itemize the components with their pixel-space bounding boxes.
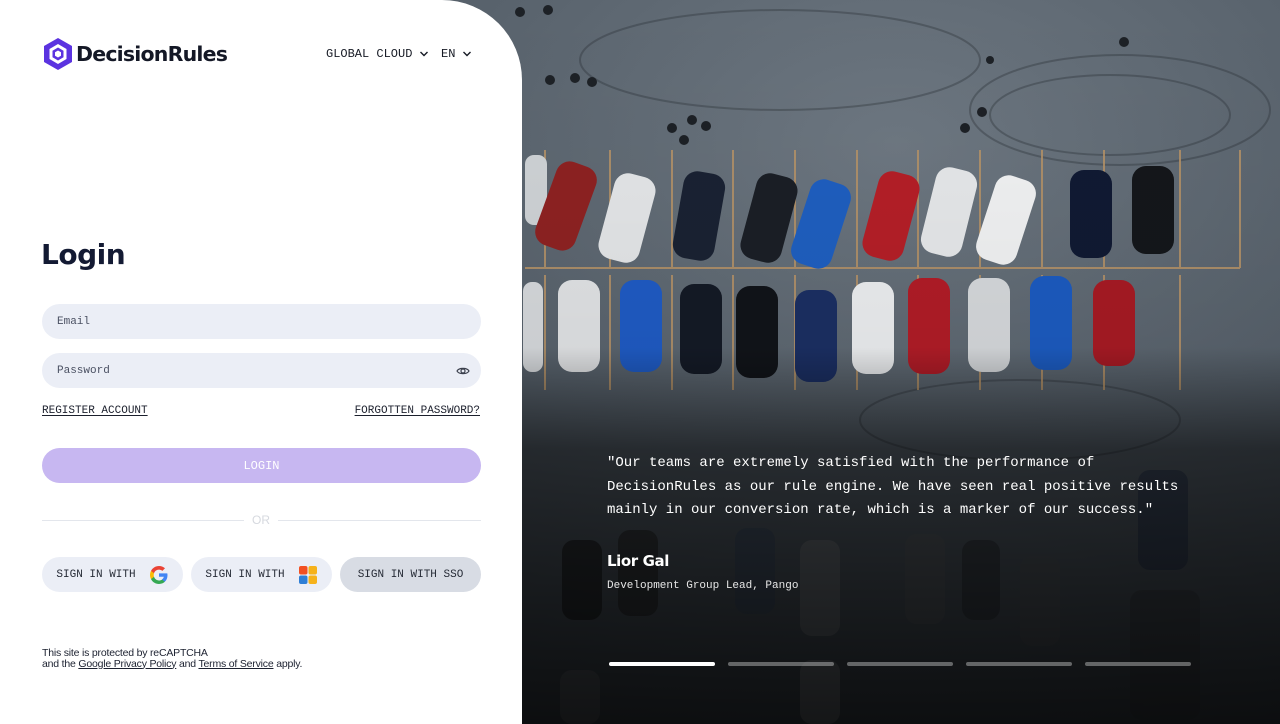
recaptcha-text-and-the: and the <box>42 657 76 670</box>
show-password-eye-icon[interactable] <box>456 364 470 378</box>
recaptcha-line-2: and the Google Privacy Policy and Terms … <box>42 657 303 670</box>
login-button[interactable]: LOGIN <box>42 448 481 483</box>
or-divider-label: OR <box>252 513 270 527</box>
password-input[interactable] <box>42 353 481 388</box>
register-account-link[interactable]: REGISTER ACCOUNT <box>42 405 148 417</box>
language-select-label: EN <box>441 47 456 61</box>
hexagon-logo-icon <box>44 38 72 70</box>
testimonial-author-role: Development Group Lead, Pango <box>607 580 799 592</box>
email-field[interactable] <box>42 304 481 339</box>
carousel-dot[interactable] <box>966 662 1072 666</box>
email-input[interactable] <box>42 304 481 339</box>
sign-in-with-google-button[interactable]: SIGN IN WITH <box>42 557 183 592</box>
forgotten-password-link[interactable]: FORGOTTEN PASSWORD? <box>355 405 480 417</box>
carousel-dot[interactable] <box>728 662 834 666</box>
chevron-down-icon <box>463 51 472 57</box>
carousel-dot[interactable] <box>609 662 715 666</box>
recaptcha-text-apply: apply. <box>276 657 303 670</box>
region-select[interactable]: GLOBAL CLOUD <box>326 47 429 61</box>
password-field[interactable] <box>42 353 481 388</box>
recaptcha-notice: This site is protected by reCAPTCHA and … <box>42 648 302 669</box>
carousel-dot[interactable] <box>847 662 953 666</box>
microsoft-button-label: SIGN IN WITH <box>205 568 285 581</box>
chevron-down-icon <box>420 51 429 57</box>
privacy-policy-link[interactable]: Google Privacy Policy <box>78 658 176 670</box>
sso-button-label: SIGN IN WITH SSO <box>357 568 464 581</box>
sign-in-with-sso-button[interactable]: SIGN IN WITH SSO <box>340 557 481 592</box>
brand-logo[interactable]: DecisionRules <box>42 37 228 71</box>
divider-line-left <box>42 520 244 521</box>
login-panel: DecisionRules GLOBAL CLOUD EN Login REGI… <box>0 0 522 724</box>
divider-line-right <box>278 520 481 521</box>
page-title: Login <box>41 238 126 271</box>
language-select[interactable]: EN <box>441 47 472 61</box>
region-select-label: GLOBAL CLOUD <box>326 47 413 61</box>
terms-of-service-link[interactable]: Terms of Service <box>198 658 273 670</box>
google-icon <box>149 565 168 584</box>
testimonial-author: Lior Gal <box>607 552 670 570</box>
carousel-dot[interactable] <box>1085 662 1191 666</box>
microsoft-icon <box>298 565 317 584</box>
google-button-label: SIGN IN WITH <box>56 568 136 581</box>
recaptcha-text-and: and <box>179 657 196 670</box>
brand-name: DecisionRules <box>76 42 228 66</box>
carousel-indicators <box>609 662 1191 666</box>
testimonial-quote: "Our teams are extremely satisfied with … <box>607 455 1179 518</box>
sign-in-with-microsoft-button[interactable]: SIGN IN WITH <box>191 557 332 592</box>
